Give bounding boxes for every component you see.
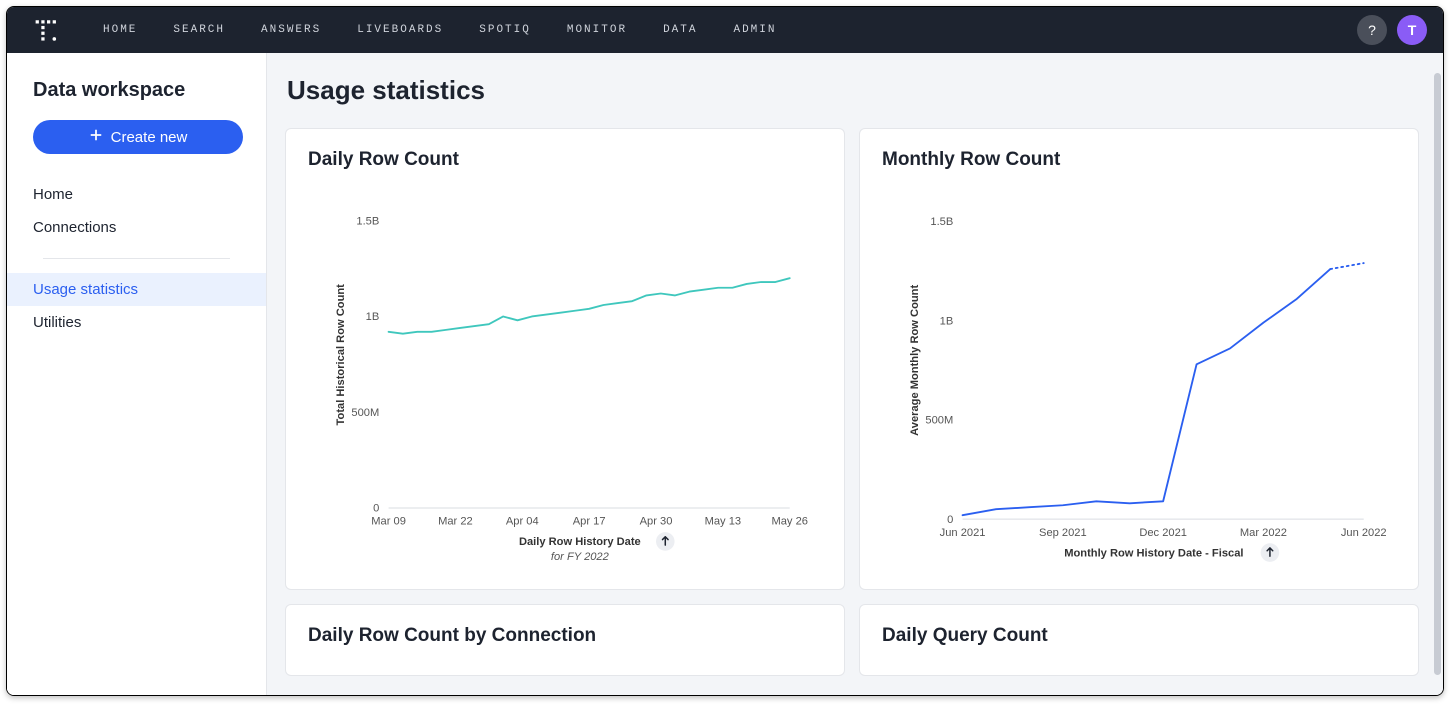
svg-text:Mar 09: Mar 09 <box>371 516 406 528</box>
chart-monthly-row[interactable]: 0 500M 1B 1.5B Jun 2021 Sep 2021 Dec 2021 Mar 2… <box>882 183 1396 573</box>
app-logo[interactable] <box>23 17 71 43</box>
svg-text:Apr 17: Apr 17 <box>573 516 606 528</box>
svg-text:May 13: May 13 <box>705 516 741 528</box>
svg-text:500M: 500M <box>925 415 953 427</box>
create-new-button[interactable]: Create new <box>33 120 243 154</box>
nav-search[interactable]: SEARCH <box>173 24 225 36</box>
help-button[interactable]: ? <box>1357 15 1387 45</box>
nav-admin[interactable]: ADMIN <box>733 24 776 36</box>
chart-daily-row[interactable]: 0 500M 1B 1.5B Mar 09 Mar 22 Apr 04 Apr 17 Apr 3… <box>308 183 822 573</box>
plus-icon <box>89 128 103 146</box>
sidebar: Data workspace Create new Home Connectio… <box>7 53 267 695</box>
create-new-label: Create new <box>111 129 188 146</box>
svg-text:Sep 2021: Sep 2021 <box>1039 527 1087 539</box>
svg-text:Mar 2022: Mar 2022 <box>1240 527 1287 539</box>
avatar[interactable]: T <box>1397 15 1427 45</box>
svg-text:1B: 1B <box>940 315 954 327</box>
main-content: Usage statistics Daily Row Count 0 500M 1B… <box>267 53 1443 695</box>
svg-text:0: 0 <box>373 503 379 515</box>
svg-text:Average Monthly Row Count: Average Monthly Row Count <box>909 285 921 436</box>
svg-text:Jun 2021: Jun 2021 <box>940 527 986 539</box>
svg-text:Daily Row History Date: Daily Row History Date <box>519 536 641 548</box>
card-daily-query-count: Daily Query Count <box>859 604 1419 676</box>
workspace-title: Data workspace <box>7 79 266 120</box>
sidebar-divider <box>43 258 230 259</box>
svg-text:Mar 22: Mar 22 <box>438 516 473 528</box>
svg-text:1B: 1B <box>366 311 380 323</box>
svg-text:Apr 04: Apr 04 <box>506 516 539 528</box>
card-daily-row-count: Daily Row Count 0 500M 1B 1.5B Mar 09 Mar 22 A… <box>285 128 845 590</box>
svg-text:1.5B: 1.5B <box>930 216 953 228</box>
svg-text:Monthly Row History Date - Fis: Monthly Row History Date - Fiscal <box>1064 547 1243 559</box>
svg-text:0: 0 <box>947 514 953 526</box>
card-title: Daily Query Count <box>882 625 1396 647</box>
sidebar-item-usage-statistics[interactable]: Usage statistics <box>7 273 266 306</box>
card-daily-row-by-connection: Daily Row Count by Connection <box>285 604 845 676</box>
svg-text:for FY 2022: for FY 2022 <box>551 551 610 563</box>
scrollbar[interactable] <box>1434 73 1441 675</box>
sidebar-item-utilities[interactable]: Utilities <box>7 306 266 339</box>
svg-text:500M: 500M <box>351 407 379 419</box>
card-monthly-row-count: Monthly Row Count 0 500M 1B 1.5B Jun 2021 Sep… <box>859 128 1419 590</box>
nav-home[interactable]: HOME <box>103 24 137 36</box>
nav-spotiq[interactable]: SPOTIQ <box>479 24 531 36</box>
nav-data[interactable]: DATA <box>663 24 697 36</box>
page-title: Usage statistics <box>287 75 1419 106</box>
nav-answers[interactable]: ANSWERS <box>261 24 321 36</box>
svg-text:Apr 30: Apr 30 <box>640 516 673 528</box>
card-title: Daily Row Count <box>308 149 822 171</box>
svg-text:Total Historical Row Count: Total Historical Row Count <box>335 284 347 426</box>
nav-liveboards[interactable]: LIVEBOARDS <box>357 24 443 36</box>
nav-monitor[interactable]: MONITOR <box>567 24 627 36</box>
svg-text:May 26: May 26 <box>771 516 807 528</box>
top-nav: HOME SEARCH ANSWERS LIVEBOARDS SPOTIQ MO… <box>103 24 1357 36</box>
card-title: Monthly Row Count <box>882 149 1396 171</box>
svg-text:Jun 2022: Jun 2022 <box>1341 527 1387 539</box>
sidebar-item-home[interactable]: Home <box>7 178 266 211</box>
svg-text:1.5B: 1.5B <box>356 215 379 227</box>
topbar: HOME SEARCH ANSWERS LIVEBOARDS SPOTIQ MO… <box>7 7 1443 53</box>
card-title: Daily Row Count by Connection <box>308 625 822 647</box>
sidebar-item-connections[interactable]: Connections <box>7 211 266 244</box>
svg-text:Dec 2021: Dec 2021 <box>1139 527 1187 539</box>
